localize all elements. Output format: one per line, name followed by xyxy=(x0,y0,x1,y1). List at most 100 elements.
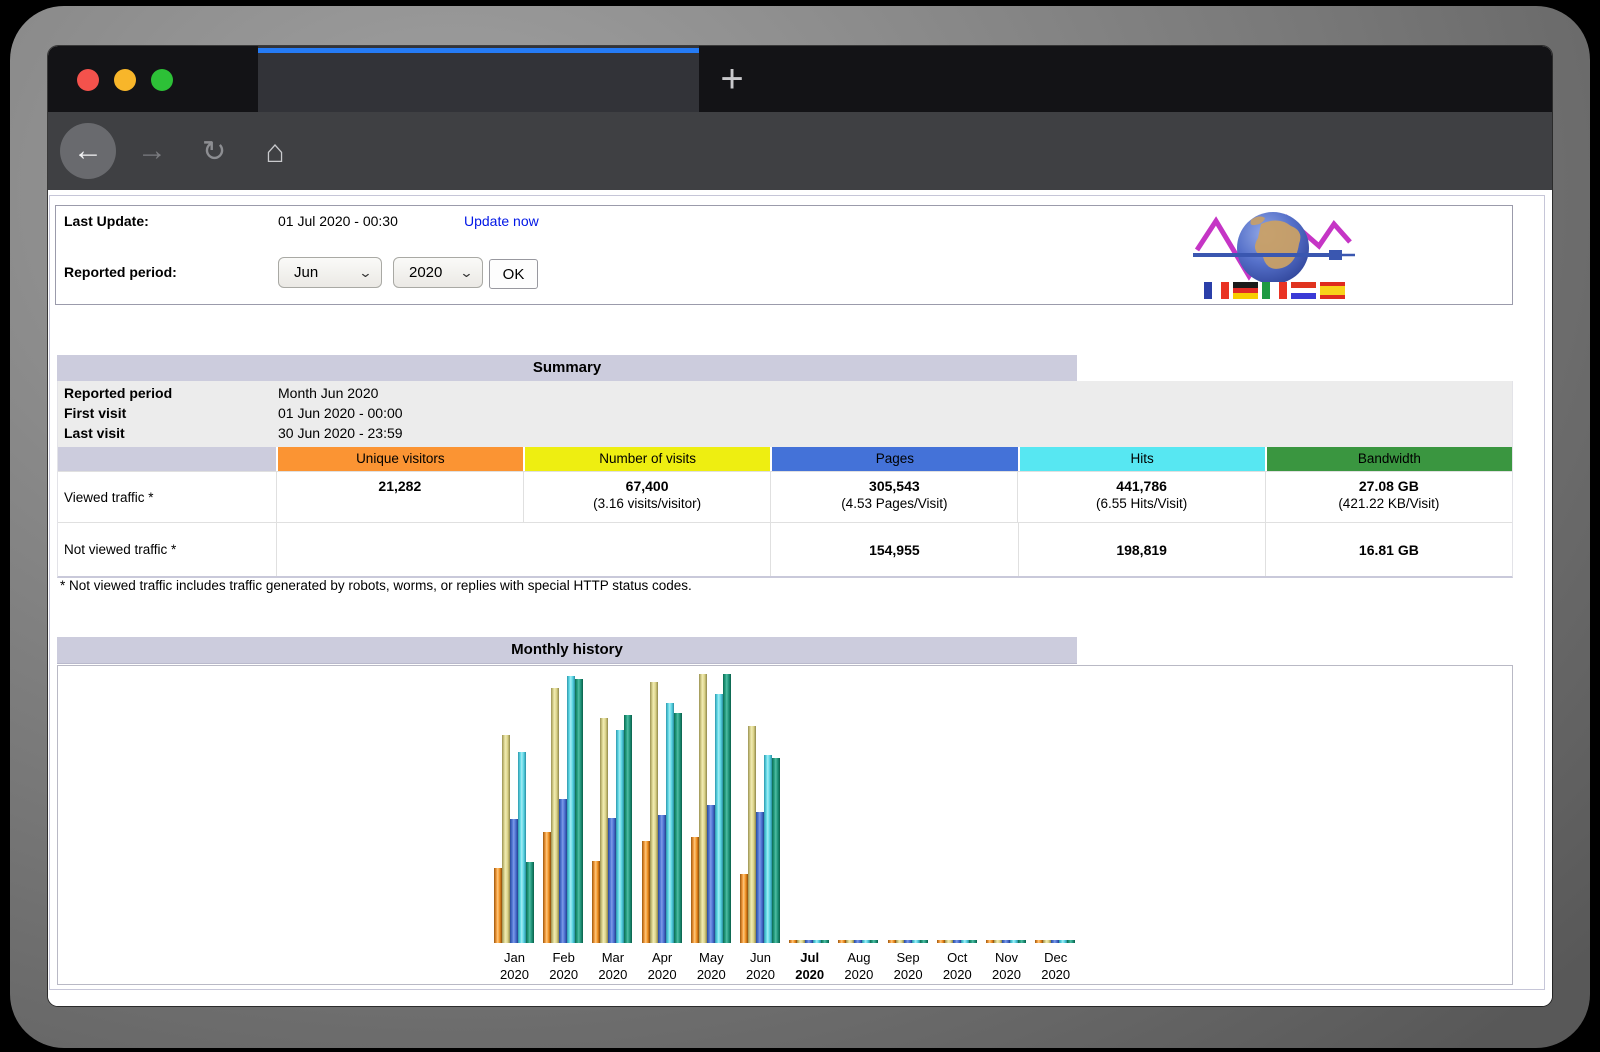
chart-bar xyxy=(526,862,534,943)
flag-spain[interactable] xyxy=(1320,282,1345,299)
chevron-down-icon: ⌄ xyxy=(459,265,473,281)
forward-button[interactable]: → xyxy=(128,112,176,190)
language-flags xyxy=(1204,282,1345,299)
hits-ratio: (6.55 Hits/Visit) xyxy=(1018,495,1264,513)
chart-bar xyxy=(912,940,920,943)
row-label: Viewed traffic * xyxy=(58,472,276,522)
chart-bar xyxy=(994,940,1002,943)
month-select-value: Jun xyxy=(294,264,318,281)
pages-ratio: (4.53 Pages/Visit) xyxy=(771,495,1017,513)
chart-bar xyxy=(715,694,723,943)
chart-bar xyxy=(1059,940,1067,943)
chart-bar xyxy=(674,713,682,943)
chart-bar xyxy=(969,940,977,943)
chart-bar xyxy=(764,755,772,943)
chart-bar xyxy=(592,861,600,943)
home-button[interactable]: ⌂ xyxy=(251,112,299,190)
ok-button[interactable]: OK xyxy=(489,259,538,289)
chart-bar xyxy=(600,718,608,943)
monthly-history-title: Monthly history xyxy=(57,637,1077,664)
summary-info: Reported period Month Jun 2020 First visi… xyxy=(58,381,1512,447)
chart-bar xyxy=(888,940,896,943)
chart-bar xyxy=(862,940,870,943)
chart-bar xyxy=(699,674,707,943)
bandwidth-ratio: (421.22 KB/Visit) xyxy=(1266,495,1512,513)
reported-period-label: Reported period: xyxy=(64,264,177,280)
chart-bar xyxy=(1067,940,1075,943)
pages-value: 305,543 xyxy=(771,477,1017,495)
forward-icon: → xyxy=(137,134,167,168)
visits-ratio: (3.16 visits/visitor) xyxy=(524,495,770,513)
close-window-button[interactable] xyxy=(77,69,99,91)
chart-bar xyxy=(896,940,904,943)
chart-bar xyxy=(854,940,862,943)
chart-bar xyxy=(642,841,650,943)
info-value: 30 Jun 2020 - 23:59 xyxy=(278,423,403,443)
visits-value: 67,400 xyxy=(524,477,770,495)
chart-bar xyxy=(740,874,748,943)
chevron-down-icon: ⌄ xyxy=(358,265,372,281)
flag-france[interactable] xyxy=(1204,282,1229,299)
chart-bar xyxy=(658,815,666,943)
chart-bar xyxy=(616,730,624,943)
last-update-value: 01 Jul 2020 - 00:30 xyxy=(278,213,398,229)
column-header-pages: Pages xyxy=(770,447,1017,471)
summary-header-row: Unique visitors Number of visits Pages H… xyxy=(58,447,1512,471)
chart-bar xyxy=(813,940,821,943)
info-label: First visit xyxy=(64,403,126,423)
hits-value: 441,786 xyxy=(1018,477,1264,495)
minimize-window-button[interactable] xyxy=(114,69,136,91)
update-period-box: Last Update: 01 Jul 2020 - 00:30 Update … xyxy=(55,205,1513,305)
row-label: Not viewed traffic * xyxy=(58,523,276,576)
chart-bar xyxy=(756,812,764,943)
chart-bar xyxy=(551,688,559,943)
chart-bar xyxy=(953,940,961,943)
chart-bar xyxy=(494,868,502,943)
year-select-value: 2020 xyxy=(409,264,442,281)
back-icon: ← xyxy=(73,134,103,168)
reload-button[interactable]: ↻ xyxy=(190,112,238,190)
info-label: Reported period xyxy=(64,383,172,403)
month-label: Dec2020 xyxy=(1027,949,1084,983)
not-viewed-traffic-row: Not viewed traffic * 154,955 198,819 16.… xyxy=(58,522,1512,576)
chart-bar xyxy=(821,940,829,943)
chart-bar xyxy=(723,674,731,943)
year-select[interactable]: 2020 ⌄ xyxy=(393,257,483,288)
active-tab[interactable] xyxy=(258,46,699,112)
summary-title: Summary xyxy=(57,355,1077,382)
chart-bar xyxy=(805,940,813,943)
awstats-page: Last Update: 01 Jul 2020 - 00:30 Update … xyxy=(48,190,1552,1006)
chart-bar xyxy=(624,715,632,943)
chart-bar xyxy=(575,679,583,943)
info-value: Month Jun 2020 xyxy=(278,383,378,403)
chart-bar xyxy=(904,940,912,943)
chart-bar xyxy=(510,819,518,943)
update-now-link[interactable]: Update now xyxy=(464,213,539,229)
chart-bar xyxy=(567,676,575,943)
bandwidth-value: 27.08 GB xyxy=(1266,477,1512,495)
column-header-hits: Hits xyxy=(1018,447,1265,471)
chart-bar xyxy=(986,940,994,943)
chart-bar xyxy=(1043,940,1051,943)
last-update-label: Last Update: xyxy=(64,213,149,229)
flag-netherlands[interactable] xyxy=(1291,282,1316,299)
back-button[interactable]: ← xyxy=(60,123,116,179)
chart-bar xyxy=(502,735,510,943)
chart-bar xyxy=(789,940,797,943)
flag-italy[interactable] xyxy=(1262,282,1287,299)
chart-bar xyxy=(748,726,756,943)
monthly-chart-canvas: Jan2020Feb2020Mar2020Apr2020May2020Jun20… xyxy=(57,665,1513,985)
month-select[interactable]: Jun ⌄ xyxy=(278,257,382,288)
viewed-traffic-row: Viewed traffic * 21,282 67,400(3.16 visi… xyxy=(58,471,1512,522)
flag-germany[interactable] xyxy=(1233,282,1258,299)
chart-bar xyxy=(1035,940,1043,943)
not-viewed-hits-value: 198,819 xyxy=(1018,523,1265,576)
info-value: 01 Jun 2020 - 00:00 xyxy=(278,403,403,423)
chart-bar xyxy=(838,940,846,943)
not-viewed-bandwidth-value: 16.81 GB xyxy=(1265,523,1512,576)
chart-bar xyxy=(543,832,551,943)
summary-table: Reported period Month Jun 2020 First visi… xyxy=(57,381,1513,578)
new-tab-button[interactable]: + xyxy=(710,60,754,100)
zoom-window-button[interactable] xyxy=(151,69,173,91)
browser-titlebar: + xyxy=(48,46,1552,112)
